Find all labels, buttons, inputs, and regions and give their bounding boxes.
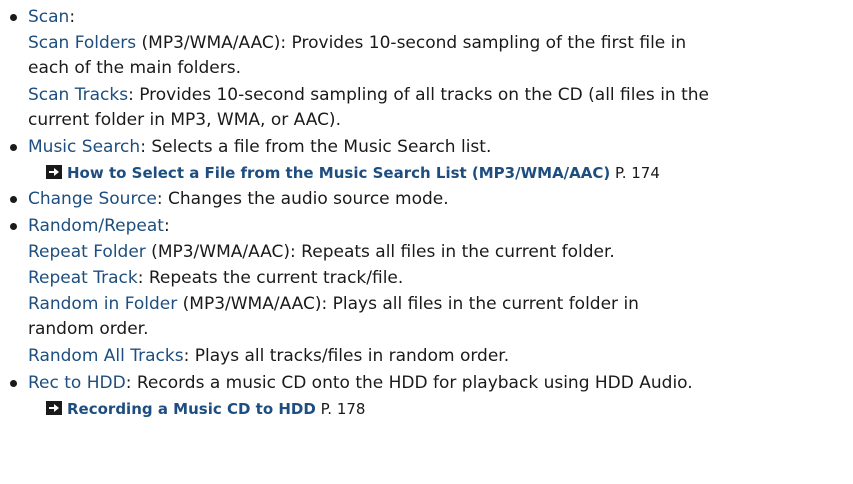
term-change-source: Change Source [28,189,157,209]
sub-scan-folders: Scan Folders (MP3/WMA/AAC): Provides 10-… [28,32,686,54]
item-music-search: Music Search: Selects a file from the Mu… [28,136,491,158]
arrow-right-box-icon [46,165,62,179]
bullet [10,14,17,21]
term-repeat-folder: Repeat Folder [28,242,146,262]
sub-repeat-track: Repeat Track: Repeats the current track/… [28,267,403,289]
sub-repeat-folder: Repeat Folder (MP3/WMA/AAC): Repeats all… [28,241,615,263]
term-suffix: : [69,7,76,27]
term-music-search: Music Search [28,137,141,157]
item-change-source: Change Source: Changes the audio source … [28,188,449,210]
sub-scan-tracks: Scan Tracks: Provides 10-second sampling… [28,84,709,106]
desc: (MP3/WMA/AAC): Plays all files in the cu… [177,294,639,314]
term-suffix: : [163,216,170,236]
term-random-repeat: Random/Repeat [28,216,164,236]
term-scan-folders: Scan Folders [28,33,137,53]
arrow-right-box-icon [46,401,62,415]
bullet [10,380,17,387]
desc: (MP3/WMA/AAC): Provides 10-second sampli… [136,33,687,53]
item-random-repeat: Random/Repeat: [28,215,170,237]
term-scan-tracks: Scan Tracks [28,85,129,105]
term-scan: Scan [28,7,70,27]
item-scan: Scan: [28,6,75,28]
desc-continuation: each of the main folders. [28,58,241,78]
desc: : Changes the audio source mode. [156,189,449,209]
cross-ref-title[interactable]: Recording a Music CD to HDD [67,400,316,418]
bullet [10,223,17,230]
bullet [10,196,17,203]
cross-ref-recording[interactable]: Recording a Music CD to HDD P. 178 [46,398,365,420]
bullet [10,144,17,151]
page-ref: P. 174 [610,164,660,182]
desc: : Records a music CD onto the HDD for pl… [125,373,693,393]
sub-random-all-tracks: Random All Tracks: Plays all tracks/file… [28,345,509,367]
desc: : Selects a file from the Music Search l… [140,137,492,157]
desc-continuation: current folder in MP3, WMA, or AAC). [28,110,341,130]
desc-continuation: random order. [28,319,149,339]
desc: (MP3/WMA/AAC): Repeats all files in the … [145,242,615,262]
item-rec-to-hdd: Rec to HDD: Records a music CD onto the … [28,372,693,394]
sub-random-in-folder: Random in Folder (MP3/WMA/AAC): Plays al… [28,293,639,315]
term-random-all-tracks: Random All Tracks [28,346,184,366]
desc: : Provides 10-second sampling of all tra… [128,85,709,105]
term-rec-to-hdd: Rec to HDD [28,373,126,393]
page-ref: P. 178 [315,400,366,418]
cross-ref-title[interactable]: How to Select a File from the Music Sear… [67,164,610,182]
cross-ref-music-search[interactable]: How to Select a File from the Music Sear… [46,162,660,184]
desc: : Plays all tracks/files in random order… [183,346,510,366]
term-random-in-folder: Random in Folder [28,294,178,314]
term-repeat-track: Repeat Track [28,268,138,288]
desc: : Repeats the current track/file. [137,268,404,288]
